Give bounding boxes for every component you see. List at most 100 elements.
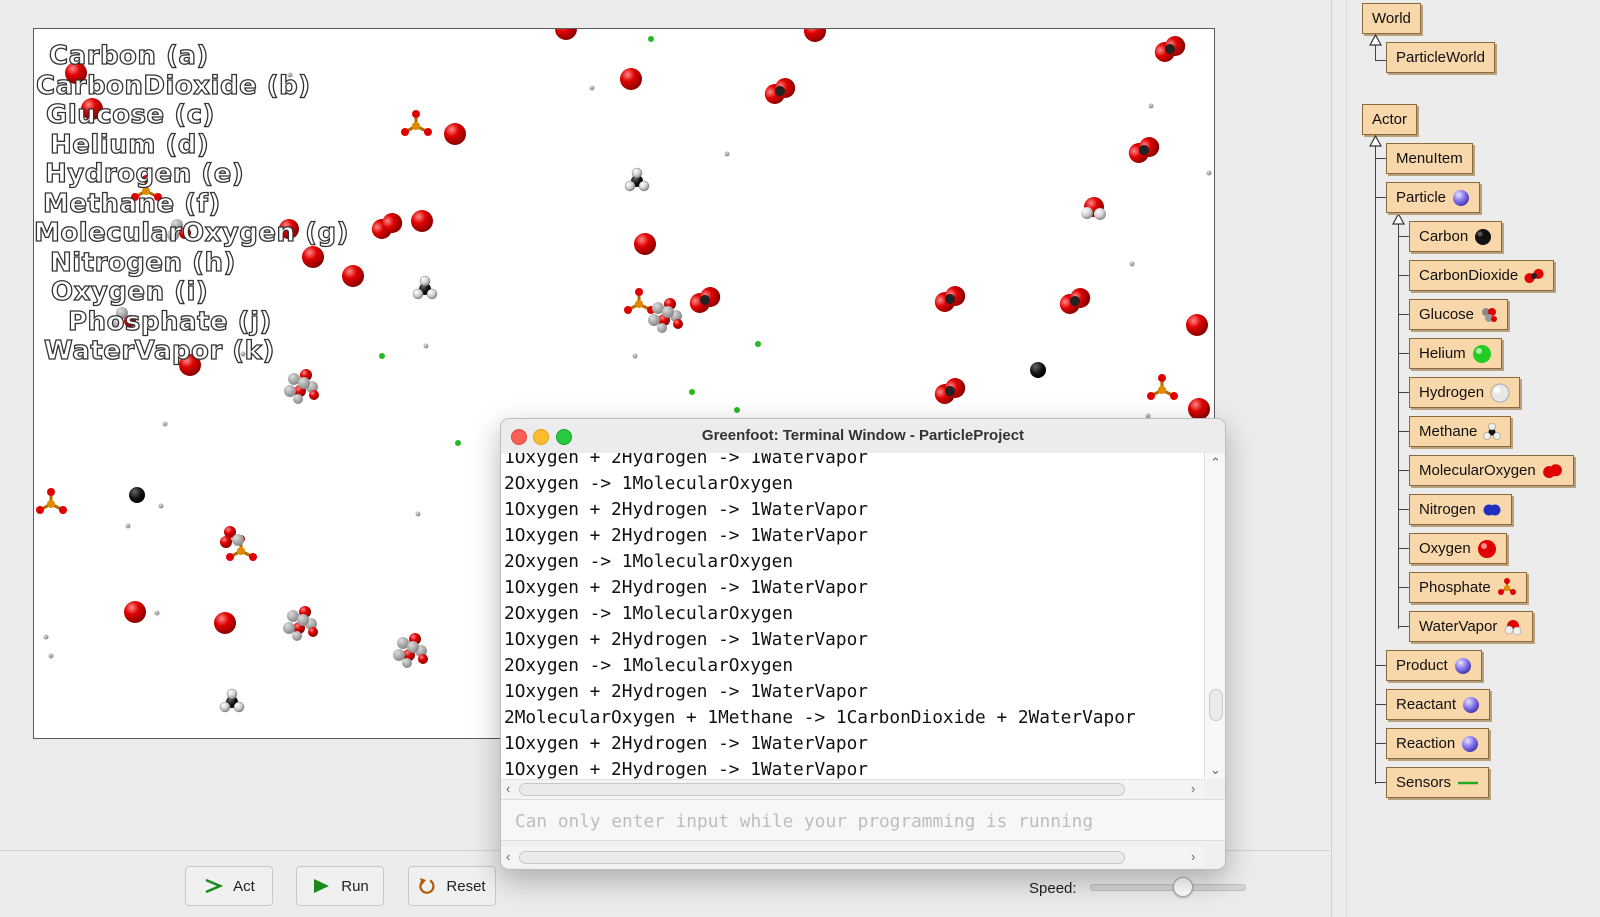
reset-icon (419, 878, 435, 894)
terminal-output[interactable]: 1Oxygen + 2Hydrogen -> 1WaterVapor 2Oxyg… (501, 453, 1204, 779)
terminal-window: Greenfoot: Terminal Window - ParticlePro… (500, 418, 1226, 870)
legend-item-methane: Methane (f) (42, 188, 221, 219)
scroll-right-icon[interactable]: › (1191, 850, 1195, 863)
tree-connector (1398, 275, 1409, 276)
legend-item-carbon: Carbon (a) (48, 40, 209, 71)
class-reactant-label: Reactant (1396, 696, 1457, 713)
horizontal-scroll-thumb[interactable] (519, 851, 1125, 864)
tree-connector (1375, 665, 1386, 666)
output-line: 1Oxygen + 2Hydrogen -> 1WaterVapor (504, 733, 868, 754)
terminal-title: Greenfoot: Terminal Window - ParticlePro… (701, 427, 1025, 444)
class-particle[interactable]: Particle (1386, 182, 1481, 213)
act-button-label: Act (233, 877, 255, 895)
class-glucose[interactable]: Glucose (1409, 299, 1509, 330)
inherit-arrow-icon (1392, 213, 1405, 225)
act-button[interactable]: Act (185, 866, 273, 906)
class-carbon[interactable]: Carbon (1409, 221, 1503, 252)
class-actor[interactable]: Actor (1362, 104, 1418, 135)
tree-connector (1398, 353, 1409, 354)
inherit-arrow-icon (1369, 34, 1382, 46)
legend-item-helium: Helium (d) (49, 129, 210, 160)
legend-item-nitrogen: Nitrogen (h) (49, 247, 236, 278)
class-molecularoxygen-label: MolecularOxygen (1419, 462, 1536, 479)
class-nitrogen-label: Nitrogen (1419, 501, 1476, 518)
molecular-oxygen-particles (371, 36, 1186, 404)
tree-connector (1398, 431, 1409, 432)
output-horizontal-scrollbar[interactable]: ‹ › (501, 779, 1204, 798)
class-particleworld[interactable]: ParticleWorld (1386, 42, 1495, 73)
run-button[interactable]: Run (296, 866, 384, 906)
class-particleworld-label: ParticleWorld (1396, 49, 1485, 66)
speed-slider-thumb[interactable] (1173, 877, 1194, 897)
class-molecularoxygen[interactable]: MolecularOxygen (1409, 455, 1574, 486)
tree-connector (1398, 548, 1409, 549)
legend-item-glucose: Glucose (c) (45, 99, 215, 130)
class-world[interactable]: World (1362, 3, 1421, 34)
input-horizontal-scrollbar[interactable]: ‹ › (501, 847, 1204, 867)
water-vapor-icon (1503, 617, 1523, 637)
terminal-input[interactable] (513, 808, 1207, 834)
helium-particles (379, 36, 761, 446)
output-line: 2Oxygen -> 1MolecularOxygen (504, 551, 794, 572)
legend-item-watervapor: WaterVapor (k) (43, 335, 275, 366)
class-methane[interactable]: Methane (1409, 416, 1512, 447)
output-line: 2Oxygen -> 1MolecularOxygen (504, 603, 794, 624)
green-line-icon (1457, 780, 1479, 786)
tree-connector (1398, 470, 1409, 471)
output-line: 1Oxygen + 2Hydrogen -> 1WaterVapor (504, 629, 868, 650)
class-phosphate[interactable]: Phosphate (1409, 572, 1527, 603)
class-product[interactable]: Product (1386, 650, 1482, 681)
class-helium-label: Helium (1419, 345, 1466, 362)
tree-connector (1375, 743, 1386, 744)
speed-label: Speed: (1029, 880, 1077, 897)
tree-connector (1375, 137, 1376, 784)
tree-connector (1398, 216, 1399, 629)
class-oxygen[interactable]: Oxygen (1409, 533, 1507, 564)
scroll-left-icon[interactable]: ‹ (506, 782, 510, 795)
run-icon (314, 879, 330, 893)
legend-item-phosphate: Phosphate (j) (67, 306, 272, 337)
scroll-up-icon[interactable]: ⌃ (1210, 456, 1221, 469)
class-watervapor[interactable]: WaterVapor (1409, 611, 1534, 642)
legend-item-oxygen: Oxygen (i) (50, 276, 209, 307)
class-phosphate-label: Phosphate (1419, 579, 1491, 596)
vertical-scroll-thumb[interactable] (1209, 689, 1223, 721)
legend-item-hydrogen: Hydrogen (e) (44, 158, 245, 189)
output-line: 1Oxygen + 2Hydrogen -> 1WaterVapor (504, 759, 868, 779)
class-nitrogen[interactable]: Nitrogen (1409, 494, 1512, 525)
scroll-right-icon[interactable]: › (1191, 782, 1195, 795)
tree-connector (1398, 509, 1409, 510)
class-menuitem[interactable]: MenuItem (1386, 143, 1473, 174)
class-sensors[interactable]: Sensors (1386, 767, 1490, 798)
act-icon (205, 878, 224, 894)
legend-item-carbondioxide: CarbonDioxide (b) (35, 70, 311, 101)
scroll-left-icon[interactable]: ‹ (506, 850, 510, 863)
tree-connector (1398, 587, 1409, 588)
run-button-label: Run (341, 877, 369, 895)
class-oxygen-label: Oxygen (1419, 540, 1471, 557)
class-reactant[interactable]: Reactant (1386, 689, 1491, 720)
horizontal-scroll-thumb[interactable] (519, 783, 1125, 796)
red-pair-icon (1542, 463, 1564, 479)
tree-connector (1398, 314, 1409, 315)
class-carbon-label: Carbon (1419, 228, 1469, 245)
class-watervapor-label: WaterVapor (1419, 618, 1498, 635)
black-sphere-icon (1474, 228, 1492, 246)
output-vertical-scrollbar[interactable]: ⌃ ⌄ (1204, 453, 1225, 779)
class-carbondioxide-label: CarbonDioxide (1419, 267, 1519, 284)
carbon-dioxide-icon (1524, 268, 1544, 284)
white-sphere-icon (1490, 383, 1510, 403)
tree-connector (1375, 704, 1386, 705)
class-world-label: World (1372, 10, 1411, 27)
tree-connector (1375, 782, 1386, 783)
class-hydrogen[interactable]: Hydrogen (1409, 377, 1521, 408)
class-reaction[interactable]: Reaction (1386, 728, 1490, 759)
class-carbondioxide[interactable]: CarbonDioxide (1409, 260, 1555, 291)
tree-connector (1398, 392, 1409, 393)
phosphate-icon (1497, 577, 1517, 598)
speed-slider-track[interactable] (1090, 884, 1246, 891)
class-helium[interactable]: Helium (1409, 338, 1502, 369)
reset-button[interactable]: Reset (408, 866, 496, 906)
scroll-down-icon[interactable]: ⌄ (1210, 763, 1221, 776)
terminal-titlebar[interactable]: Greenfoot: Terminal Window - ParticlePro… (501, 419, 1225, 454)
